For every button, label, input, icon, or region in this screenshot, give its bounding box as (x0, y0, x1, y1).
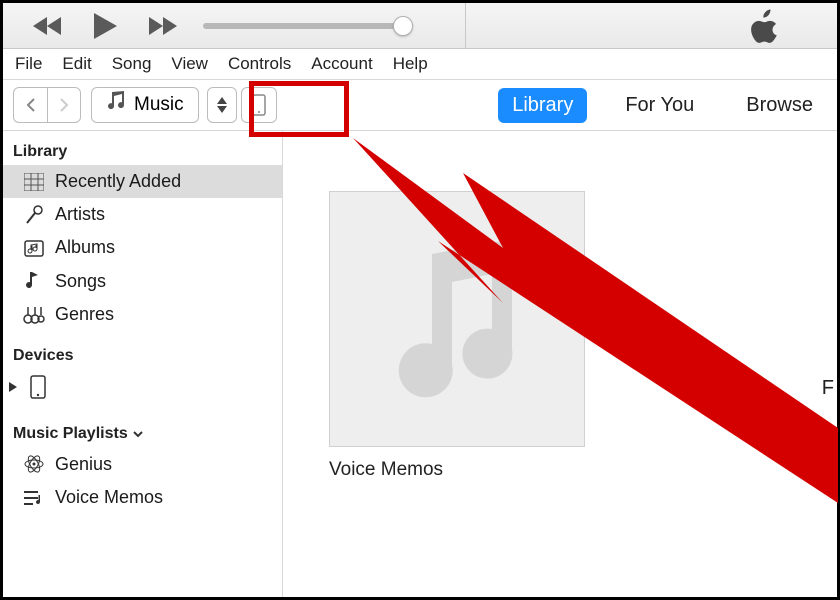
toolbar-divider (465, 3, 466, 48)
content-area: Voice Memos F (283, 131, 837, 597)
menu-bar: File Edit Song View Controls Account Hel… (3, 49, 837, 79)
playlist-icon (23, 489, 45, 507)
itunes-window: File Edit Song View Controls Account Hel… (0, 0, 840, 600)
sidebar-item-genius[interactable]: Genius (3, 447, 282, 481)
sidebar-heading-playlists[interactable]: Music Playlists (3, 419, 282, 447)
phone-icon (27, 375, 49, 399)
tab-library[interactable]: Library (498, 88, 587, 123)
sidebar-heading-label: Music Playlists (13, 425, 128, 443)
sidebar-item-label: Voice Memos (55, 487, 163, 508)
atom-icon (23, 453, 45, 475)
sidebar-item-label: Songs (55, 271, 106, 292)
sidebar-item-voice-memos[interactable]: Voice Memos (3, 481, 282, 514)
volume-slider[interactable] (203, 23, 403, 29)
menu-controls[interactable]: Controls (228, 54, 291, 74)
music-note-icon (106, 87, 124, 123)
next-button[interactable] (145, 15, 179, 37)
body: Library Recently Added Artists Albums (3, 131, 837, 597)
sidebar-heading-library: Library (3, 137, 282, 165)
expand-triangle-icon[interactable] (9, 382, 17, 392)
sidebar-item-albums[interactable]: Albums (3, 231, 282, 264)
player-toolbar (3, 3, 837, 49)
album-tile[interactable]: Voice Memos (329, 191, 585, 481)
menu-help[interactable]: Help (393, 54, 428, 74)
chevron-down-icon (132, 428, 144, 440)
picker-updown-button[interactable] (207, 87, 237, 123)
previous-button[interactable] (31, 15, 65, 37)
annotation-red-box (249, 81, 349, 137)
sidebar-item-artists[interactable]: Artists (3, 198, 282, 231)
sidebar-item-device-phone[interactable] (3, 369, 282, 405)
media-picker-label: Music (134, 87, 184, 123)
sidebar-item-label: Recently Added (55, 171, 181, 192)
tab-browse[interactable]: Browse (732, 88, 827, 123)
menu-edit[interactable]: Edit (62, 54, 91, 74)
guitar-icon (23, 305, 45, 325)
sidebar-item-label: Genres (55, 304, 114, 325)
history-nav (13, 87, 81, 123)
grid-icon (23, 173, 45, 191)
microphone-icon (23, 205, 45, 225)
note-icon (23, 270, 45, 292)
album-icon (23, 238, 45, 258)
menu-account[interactable]: Account (311, 54, 372, 74)
media-picker[interactable]: Music (91, 87, 199, 123)
cut-off-tab-letter: F (822, 377, 834, 400)
sidebar-item-recently-added[interactable]: Recently Added (3, 165, 282, 198)
playback-controls (31, 11, 179, 41)
tab-for-you[interactable]: For You (611, 88, 708, 123)
sidebar-item-label: Genius (55, 454, 112, 475)
sidebar-heading-devices: Devices (3, 341, 282, 369)
menu-view[interactable]: View (171, 54, 208, 74)
sidebar-item-label: Artists (55, 204, 105, 225)
sidebar-item-genres[interactable]: Genres (3, 298, 282, 331)
navigation-bar: Music Library For You Browse (3, 79, 837, 131)
forward-button[interactable] (47, 87, 81, 123)
menu-file[interactable]: File (15, 54, 42, 74)
menu-song[interactable]: Song (112, 54, 152, 74)
sidebar-item-label: Albums (55, 237, 115, 258)
back-button[interactable] (13, 87, 47, 123)
library-tabs: Library For You Browse (498, 88, 827, 123)
sidebar: Library Recently Added Artists Albums (3, 131, 283, 597)
music-note-icon (382, 239, 532, 399)
album-art-placeholder (329, 191, 585, 447)
play-button[interactable] (91, 11, 119, 41)
apple-logo-icon (745, 9, 781, 50)
volume-knob[interactable] (393, 16, 413, 36)
sidebar-item-songs[interactable]: Songs (3, 264, 282, 298)
album-title: Voice Memos (329, 459, 585, 481)
